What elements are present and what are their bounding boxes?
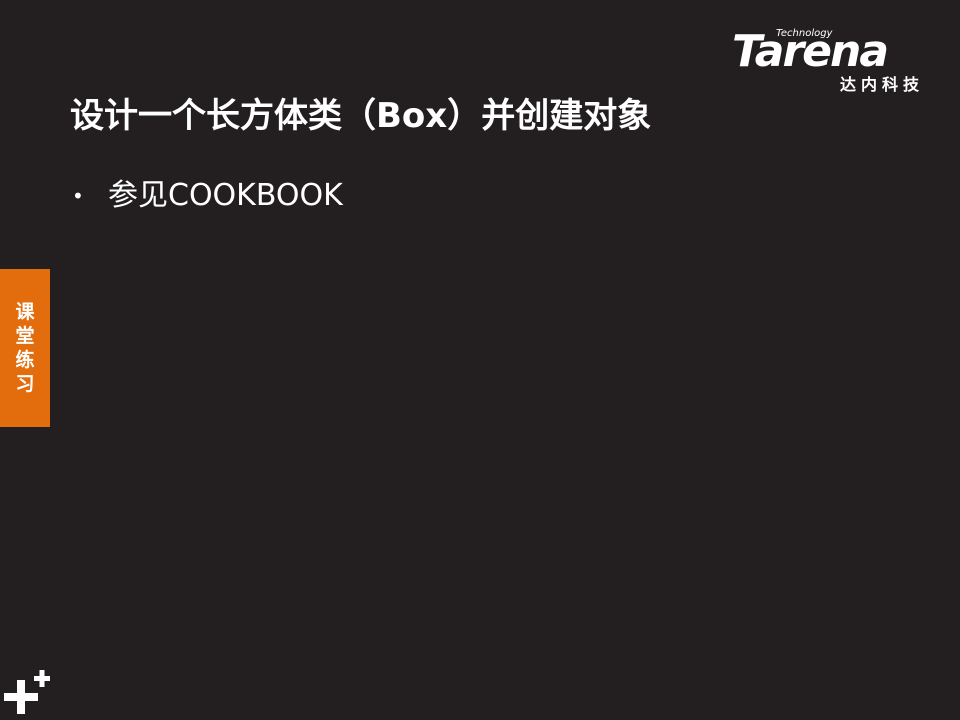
logo-brand-text: Tarena (732, 26, 889, 77)
bullet-dot-icon: • (72, 184, 84, 208)
plus-plus-icon (4, 670, 50, 714)
side-tab-char: 练 (15, 349, 35, 371)
side-tab-char: 堂 (15, 325, 35, 347)
side-tab-char: 课 (15, 301, 35, 323)
slide-title: 设计一个长方体类（Box）并创建对象 (70, 96, 652, 136)
bullet-list: • 参见COOKBOOK (72, 174, 343, 218)
tarena-logo: Technology Tarena 达内科技 (732, 24, 928, 96)
side-tab-char: 习 (15, 373, 35, 395)
bullet-item: • 参见COOKBOOK (72, 174, 343, 218)
bullet-text: 参见COOKBOOK (108, 178, 343, 213)
exercise-side-tab: 课 堂 练 习 (0, 269, 50, 427)
logo-chinese-text: 达内科技 (839, 75, 924, 94)
